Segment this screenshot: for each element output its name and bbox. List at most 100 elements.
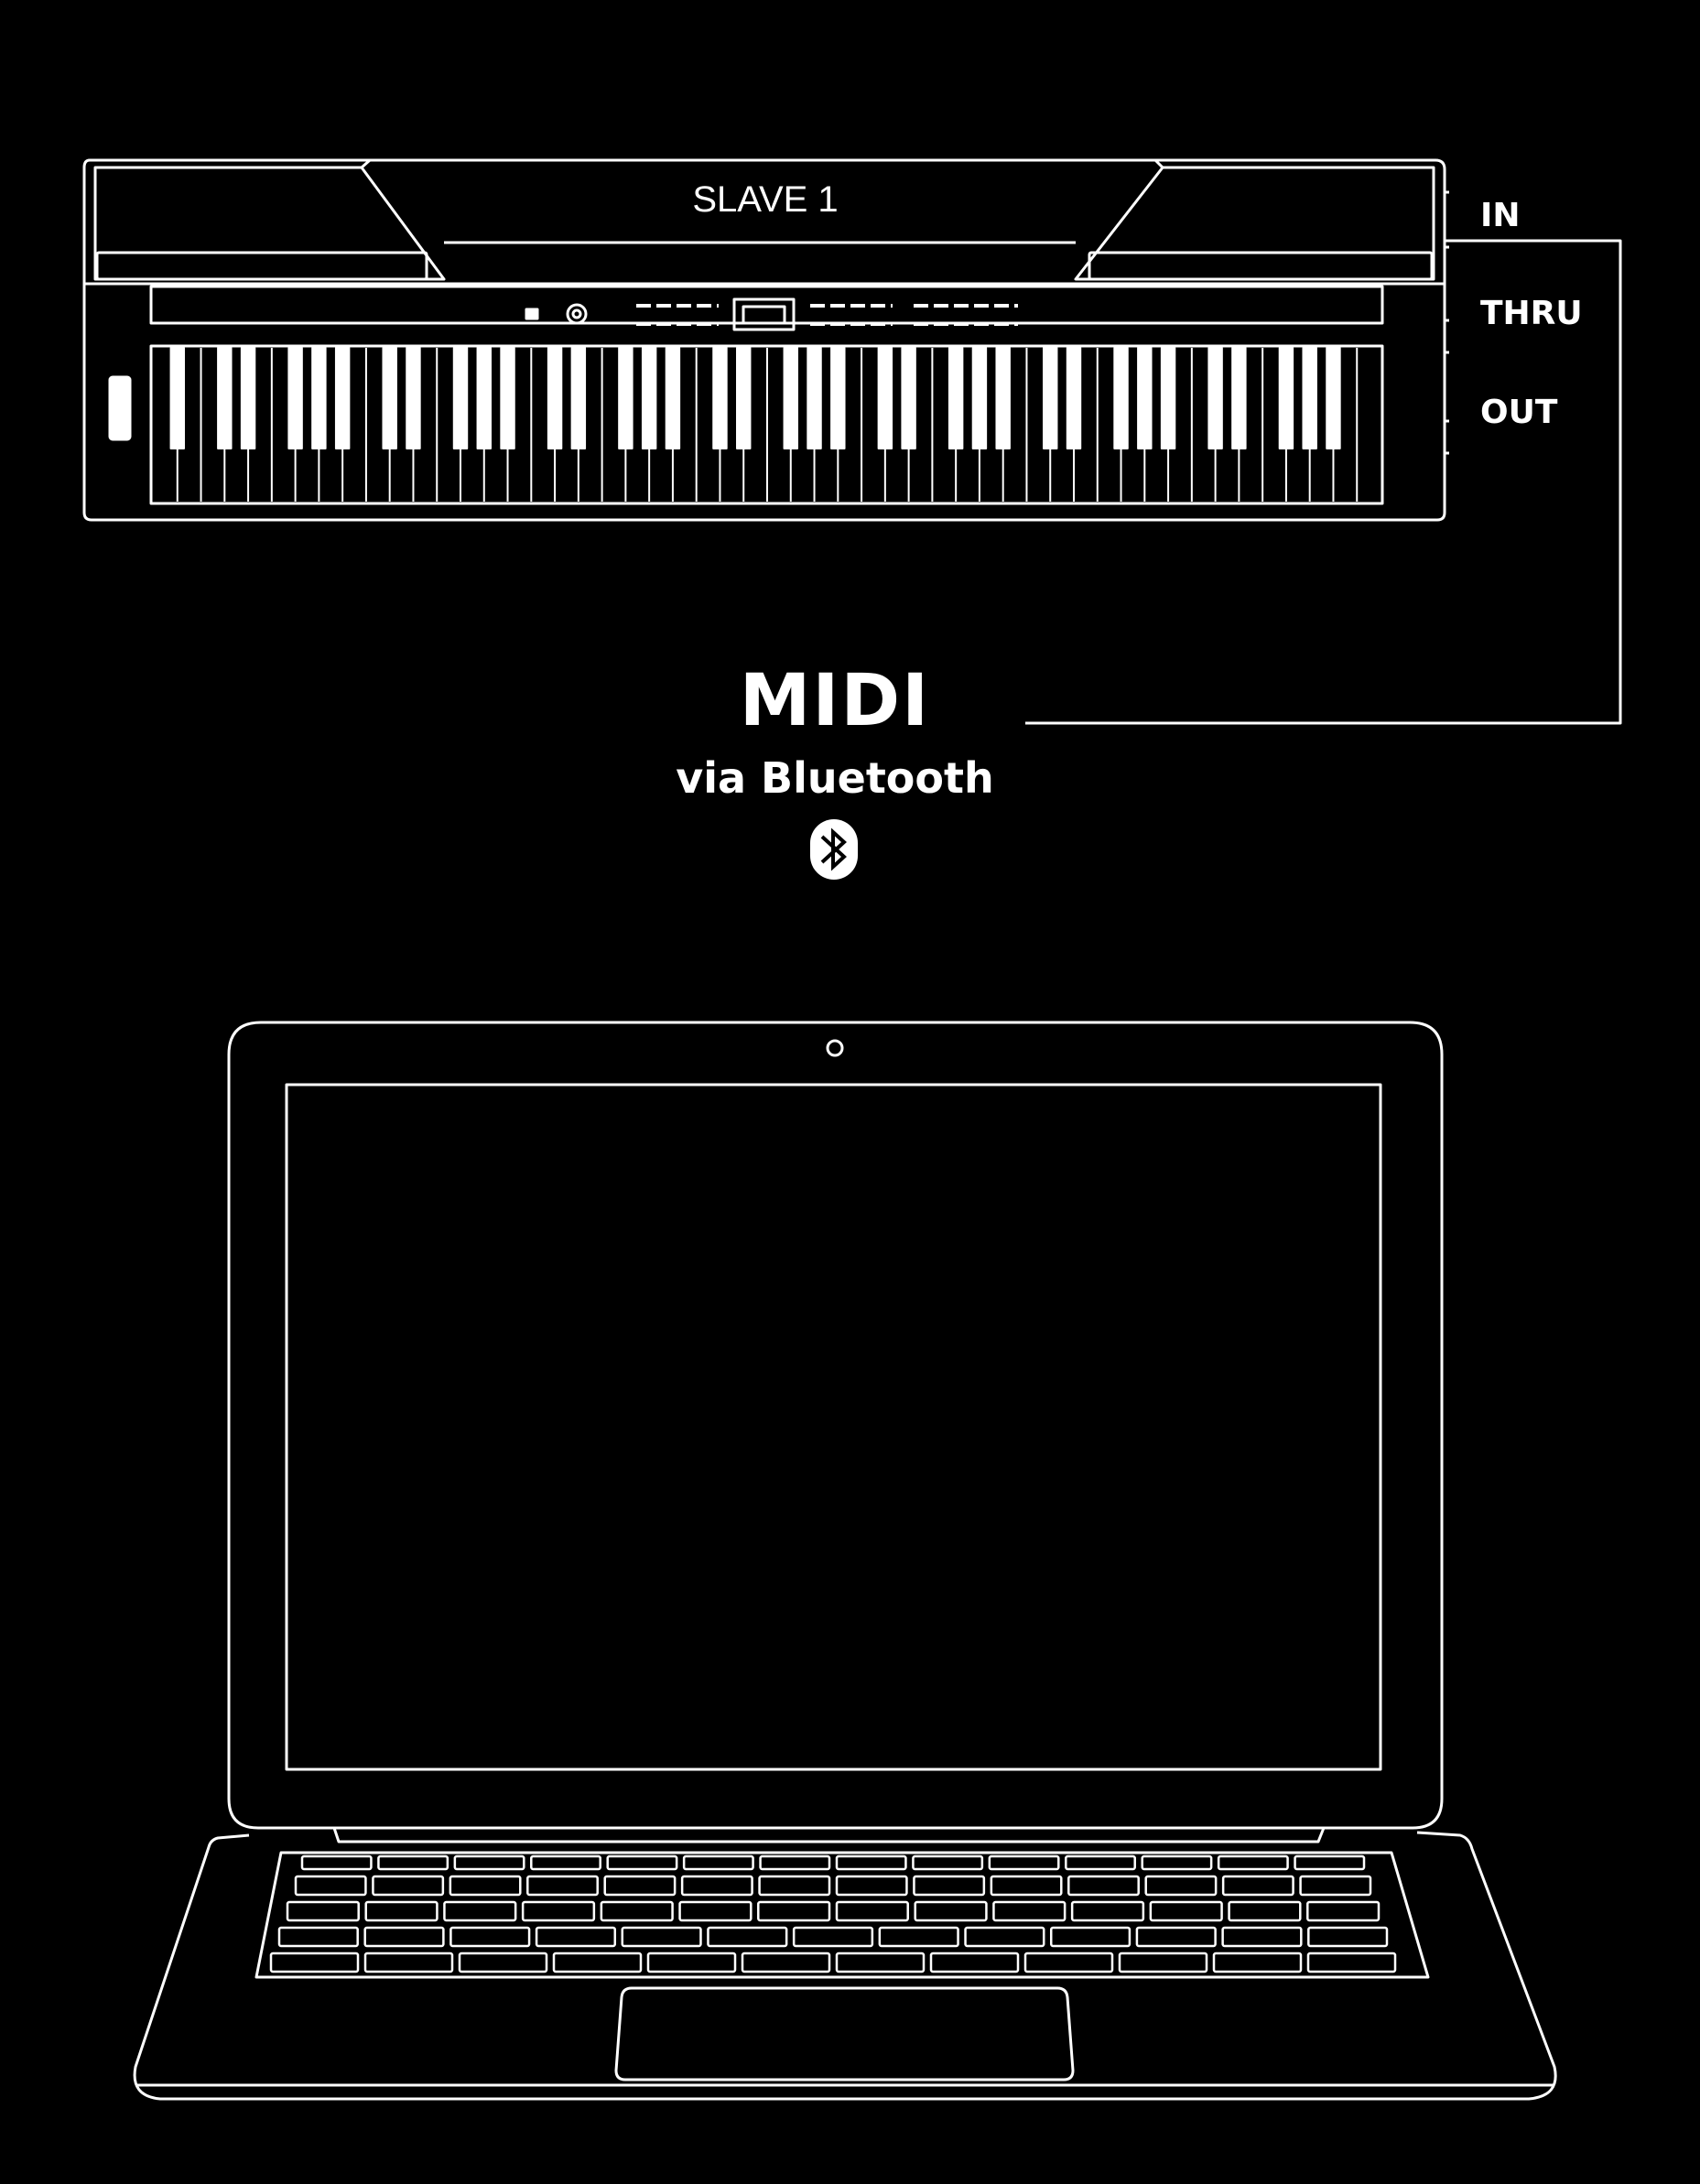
bluetooth-icon bbox=[810, 819, 858, 880]
black-key bbox=[1326, 347, 1341, 449]
device-label: SLAVE 1 bbox=[692, 179, 838, 220]
black-key bbox=[736, 347, 752, 449]
laptop-keyboard-keys bbox=[269, 1854, 1397, 1973]
transport-label: via Bluetooth bbox=[676, 753, 994, 803]
laptop-key bbox=[990, 1875, 1063, 1897]
laptop-key bbox=[1149, 1900, 1223, 1922]
black-key bbox=[641, 347, 657, 449]
laptop-key bbox=[759, 1854, 831, 1871]
midi-bluetooth-diagram: SLAVE 1 IN THRU OUT MIDI via Bluetooth bbox=[82, 158, 1622, 2101]
laptop-key bbox=[646, 1952, 737, 1973]
midi-logo: MIDI bbox=[740, 660, 930, 742]
laptop-key bbox=[286, 1900, 360, 1922]
laptop-key bbox=[680, 1875, 753, 1897]
black-key bbox=[1160, 347, 1176, 449]
laptop-key bbox=[1118, 1952, 1208, 1973]
black-key bbox=[807, 347, 822, 449]
port-thru-label: THRU bbox=[1480, 295, 1583, 332]
laptop-key bbox=[912, 1854, 984, 1871]
laptop-key bbox=[1294, 1854, 1366, 1871]
laptop-key bbox=[526, 1875, 599, 1897]
laptop-key bbox=[363, 1926, 445, 1948]
laptop-key bbox=[364, 1900, 439, 1922]
laptop-key bbox=[535, 1926, 617, 1948]
laptop-key bbox=[1049, 1926, 1132, 1948]
black-key bbox=[334, 347, 351, 449]
black-key bbox=[287, 347, 303, 449]
laptop-screen bbox=[285, 1083, 1382, 1771]
black-key bbox=[169, 347, 185, 449]
laptop-key bbox=[443, 1900, 517, 1922]
laptop-key bbox=[269, 1952, 360, 1973]
black-key bbox=[947, 347, 964, 449]
laptop-key bbox=[1067, 1875, 1140, 1897]
laptop-key bbox=[678, 1900, 753, 1922]
laptop-key bbox=[449, 1926, 531, 1948]
black-key bbox=[665, 347, 681, 449]
laptop-key bbox=[914, 1900, 988, 1922]
laptop-key bbox=[1307, 1926, 1389, 1948]
laptop-key bbox=[294, 1875, 367, 1897]
black-key bbox=[311, 347, 327, 449]
laptop-key bbox=[1065, 1854, 1136, 1871]
laptop-key bbox=[372, 1875, 445, 1897]
laptop-key bbox=[988, 1854, 1060, 1871]
black-key bbox=[240, 347, 256, 449]
laptop-key bbox=[835, 1900, 909, 1922]
laptop-key bbox=[835, 1952, 926, 1973]
webcam-icon bbox=[826, 1039, 844, 1057]
laptop-key bbox=[1144, 1875, 1218, 1897]
laptop-key bbox=[878, 1926, 959, 1948]
port-in-label: IN bbox=[1480, 197, 1521, 234]
laptop-key bbox=[1221, 1875, 1294, 1897]
laptop-key bbox=[521, 1900, 596, 1922]
keyboard-controls bbox=[525, 297, 1018, 331]
laptop-key bbox=[792, 1926, 874, 1948]
laptop-key bbox=[835, 1854, 907, 1871]
laptop-key bbox=[1141, 1854, 1213, 1871]
black-key bbox=[971, 347, 988, 449]
laptop-key bbox=[453, 1854, 525, 1871]
black-key bbox=[783, 347, 798, 449]
black-key bbox=[1137, 347, 1153, 449]
laptop-key bbox=[1306, 1952, 1397, 1973]
laptop-key bbox=[741, 1952, 831, 1973]
laptop-key bbox=[458, 1952, 548, 1973]
laptop-key bbox=[552, 1952, 643, 1973]
black-key bbox=[995, 347, 1011, 449]
laptop-key bbox=[682, 1854, 754, 1871]
laptop-key bbox=[758, 1875, 831, 1897]
black-key bbox=[382, 347, 397, 449]
laptop-key bbox=[1228, 1900, 1302, 1922]
laptop-key bbox=[606, 1854, 678, 1871]
laptop-key bbox=[1070, 1900, 1145, 1922]
laptop-key bbox=[757, 1900, 831, 1922]
black-key bbox=[1066, 347, 1082, 449]
laptop-key bbox=[1217, 1854, 1289, 1871]
laptop-key bbox=[1299, 1875, 1372, 1897]
laptop-key bbox=[929, 1952, 1020, 1973]
laptop-key bbox=[530, 1854, 601, 1871]
laptop-key bbox=[449, 1875, 522, 1897]
laptop-key bbox=[1212, 1952, 1303, 1973]
black-key bbox=[406, 347, 421, 449]
black-key bbox=[1231, 347, 1247, 449]
laptop-key bbox=[707, 1926, 788, 1948]
laptop-key bbox=[377, 1854, 449, 1871]
black-key bbox=[547, 347, 563, 449]
laptop-key bbox=[277, 1926, 359, 1948]
laptop-key bbox=[992, 1900, 1067, 1922]
laptop-key bbox=[1221, 1926, 1303, 1948]
laptop-key bbox=[964, 1926, 1045, 1948]
port-out-label: OUT bbox=[1480, 394, 1558, 431]
laptop-key bbox=[363, 1952, 454, 1973]
black-key bbox=[476, 347, 492, 449]
black-key bbox=[877, 347, 893, 449]
black-key bbox=[1302, 347, 1317, 449]
laptop-key bbox=[1306, 1900, 1381, 1922]
laptop-key bbox=[1135, 1926, 1217, 1948]
laptop bbox=[133, 1021, 1557, 2101]
black-key bbox=[570, 347, 587, 449]
black-key bbox=[1207, 347, 1223, 449]
keyboard-keys bbox=[169, 347, 1359, 502]
